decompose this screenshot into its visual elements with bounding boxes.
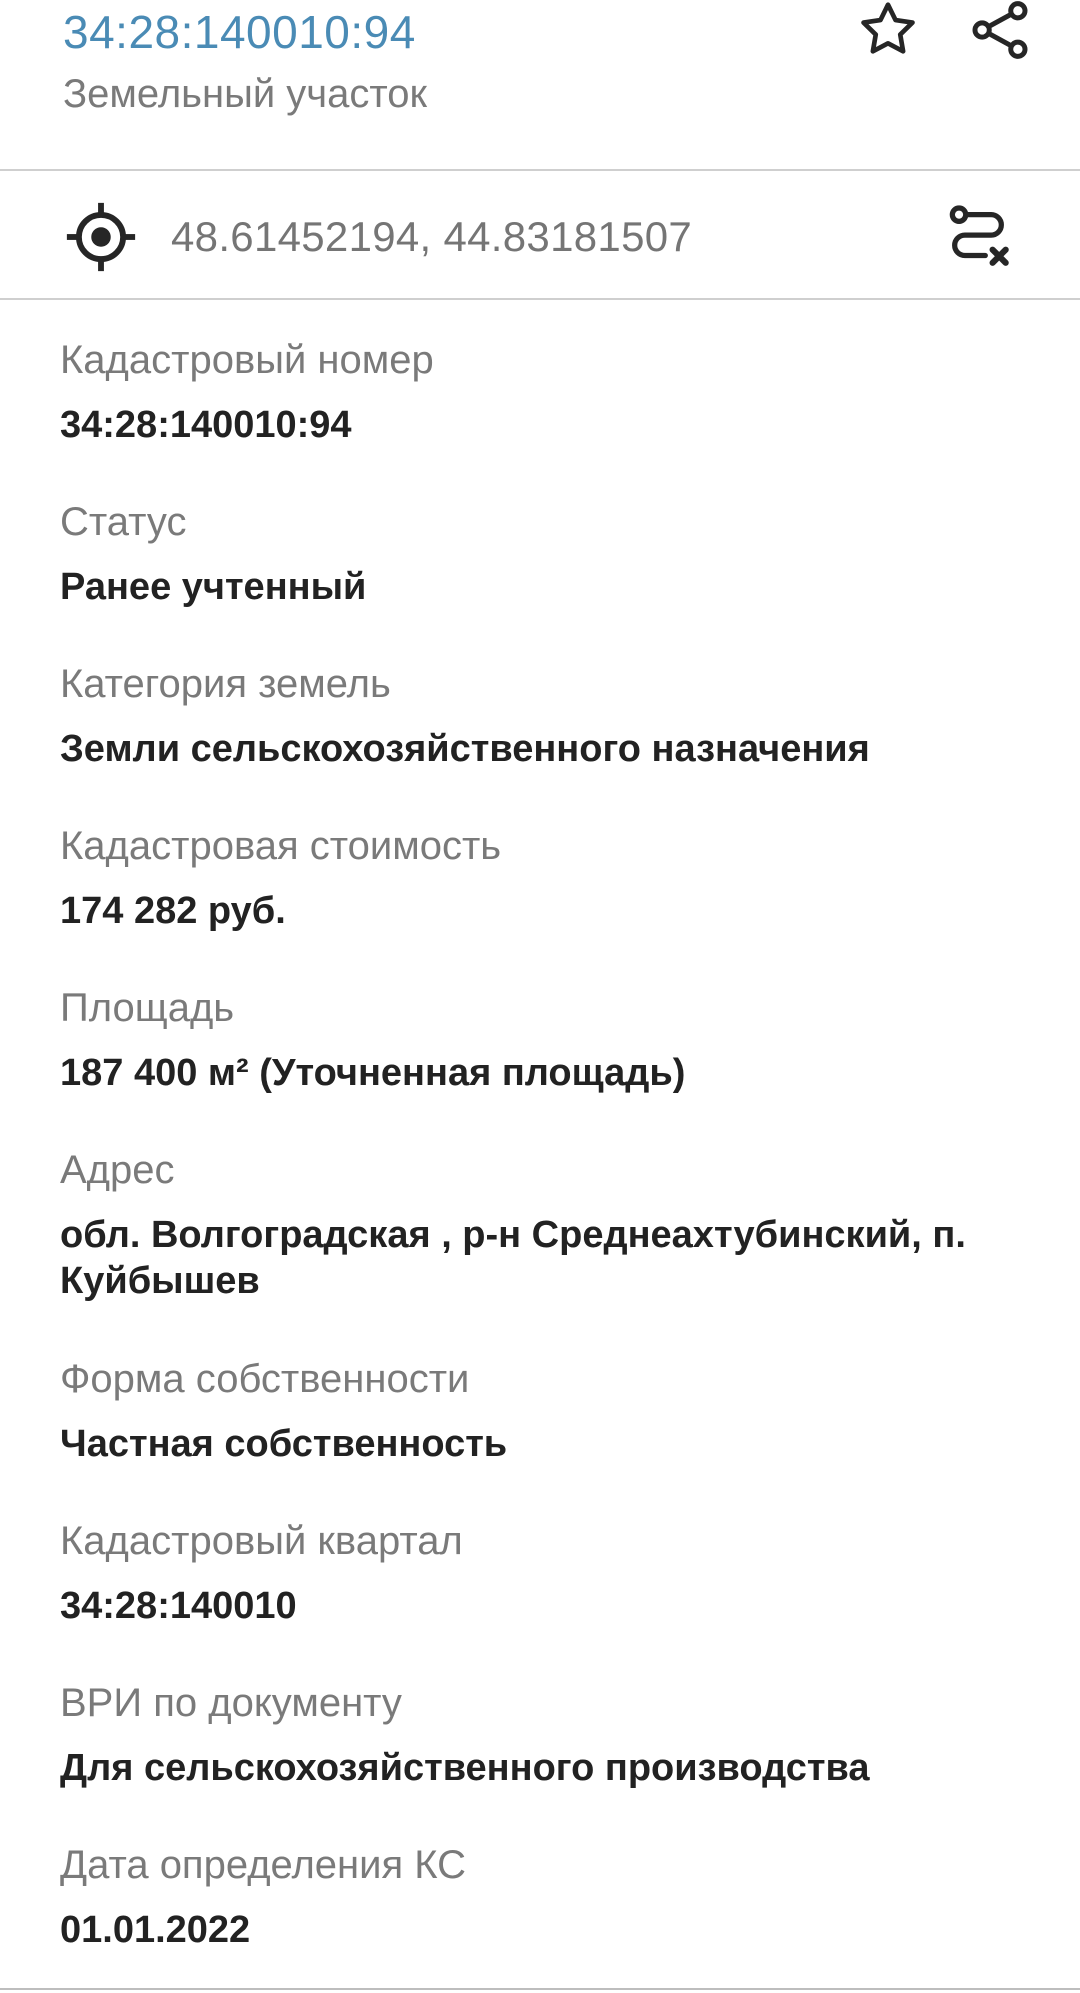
property-label: Площадь bbox=[60, 986, 235, 1030]
property-address: Адрес обл. Волгоградская , р-н Среднеахт… bbox=[60, 1146, 1020, 1304]
property-label: Адрес bbox=[60, 1148, 175, 1192]
star-icon bbox=[861, 2, 915, 54]
property-ownership-form: Форма собственности Частная собственност… bbox=[60, 1355, 1020, 1467]
favorite-button[interactable] bbox=[848, 0, 928, 70]
property-value: 174 282 руб. bbox=[60, 890, 286, 932]
property-cadastral-value: Кадастровая стоимость 174 282 руб. bbox=[60, 822, 1020, 934]
property-label: Категория земель bbox=[60, 662, 391, 706]
property-value: обл. Волгоградская , р-н Среднеахтубинск… bbox=[60, 1214, 966, 1302]
property-value: 34:28:140010:94 bbox=[60, 404, 352, 446]
property-land-category: Категория земель Земли сельскохозяйствен… bbox=[60, 660, 1020, 772]
bottom-divider bbox=[0, 1988, 1080, 1990]
route-clear-icon bbox=[949, 205, 1009, 266]
coordinates-divider bbox=[0, 298, 1080, 300]
property-label: Статус bbox=[60, 500, 187, 544]
object-header: 34:28:140010:94 Земельный участок bbox=[0, 0, 1080, 170]
property-cadastral-number: Кадастровый номер 34:28:140010:94 bbox=[60, 336, 1020, 448]
object-type-subtitle: Земельный участок bbox=[63, 72, 428, 116]
coordinates-row: 48.61452194, 44.83181507 bbox=[0, 172, 1080, 298]
property-value: Земли сельскохозяйственного назначения bbox=[60, 728, 870, 770]
share-icon bbox=[972, 1, 1028, 59]
header-divider bbox=[0, 169, 1080, 171]
property-value: Частная собственность bbox=[60, 1423, 508, 1465]
clear-route-button[interactable] bbox=[935, 195, 1021, 281]
coordinates-text[interactable]: 48.61452194, 44.83181507 bbox=[171, 212, 692, 262]
property-valuation-date: Дата определения КС 01.01.2022 bbox=[60, 1841, 1020, 1953]
property-value: 187 400 м² (Уточненная площадь) bbox=[60, 1052, 686, 1094]
property-value: 01.01.2022 bbox=[60, 1909, 251, 1951]
property-label: Кадастровый квартал bbox=[60, 1519, 463, 1563]
property-area: Площадь 187 400 м² (Уточненная площадь) bbox=[60, 984, 1020, 1096]
property-permitted-use: ВРИ по документу Для сельскохозяйственно… bbox=[60, 1679, 1020, 1791]
property-label: Дата определения КС bbox=[60, 1843, 466, 1887]
property-label: Кадастровая стоимость bbox=[60, 824, 502, 868]
cadastral-number-title[interactable]: 34:28:140010:94 bbox=[63, 6, 416, 58]
property-label: Форма собственности bbox=[60, 1357, 470, 1401]
locate-icon bbox=[62, 198, 140, 276]
property-label: Кадастровый номер bbox=[60, 338, 434, 382]
property-value: Ранее учтенный bbox=[60, 566, 367, 608]
property-value[interactable]: 34:28:140010 bbox=[60, 1583, 1020, 1629]
share-button[interactable] bbox=[960, 0, 1040, 70]
property-value: Для сельскохозяйственного производства bbox=[60, 1747, 870, 1789]
property-label: ВРИ по документу bbox=[60, 1681, 402, 1725]
property-cadastral-quarter: Кадастровый квартал 34:28:140010 bbox=[60, 1517, 1020, 1629]
property-status: Статус Ранее учтенный bbox=[60, 498, 1020, 610]
